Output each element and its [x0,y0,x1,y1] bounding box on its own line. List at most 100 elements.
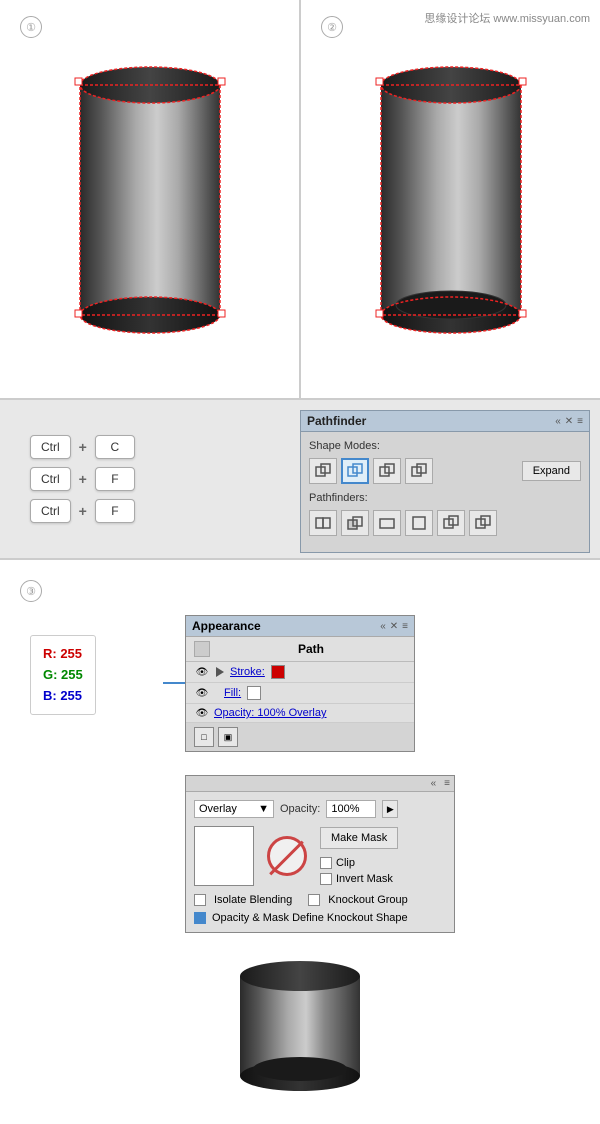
intersect-btn[interactable] [373,458,401,484]
transparency-panel: « ≡ Overlay ▼ Opacity: 100% ▶ [185,775,455,933]
trans-menu[interactable]: ≡ [444,778,450,789]
path-row: Path [186,637,414,662]
opacity-input[interactable]: 100% [326,800,376,818]
panel-menu[interactable]: ≡ [577,416,583,427]
middle-section: Ctrl + C Ctrl + F Ctrl + F Pathfinder « … [0,400,600,560]
plus-2: + [79,471,87,487]
step-3-label: ③ [20,580,42,602]
minus-front-btn[interactable] [341,458,369,484]
stroke-swatch[interactable] [271,665,285,679]
step-1-label: ① [20,16,42,38]
app-close[interactable]: ✕ [390,621,398,632]
invert-mask-checkbox[interactable] [320,873,332,885]
panel-collapse[interactable]: « [555,416,561,427]
rgb-r-value: R: 255 [43,644,83,665]
appearance-title: Appearance [192,619,261,633]
shape-modes-row: Expand [309,458,581,484]
checkboxes-col: Clip Invert Mask [320,857,398,885]
key-row-2: Ctrl + F [30,467,135,491]
opacity-row: 👁 Opacity: 100% Overlay [186,704,414,723]
clip-row: Clip [320,857,398,869]
merge-btn[interactable] [373,510,401,536]
app-collapse[interactable]: « [380,621,386,632]
triangle-icon[interactable] [216,667,224,677]
transparency-header: « ≡ [186,776,454,792]
pathfinder-panel: Pathfinder « ✕ ≡ Shape Modes: [290,400,600,558]
keyboard-panel: Ctrl + C Ctrl + F Ctrl + F [0,400,290,558]
pathfinders-label: Pathfinders: [309,492,581,504]
blend-opacity-row: Overlay ▼ Opacity: 100% ▶ [194,800,446,818]
no-sign-icon [267,836,307,876]
c-key: C [95,435,135,459]
opacity-define-label: Opacity & Mask Define Knockout Shape [212,912,408,924]
rgb-badge: R: 255 G: 255 B: 255 [30,635,96,715]
clip-label: Clip [336,857,355,869]
eye-icon-opacity[interactable]: 👁 [194,707,210,719]
opacity-arrow-btn[interactable]: ▶ [382,800,398,818]
eye-icon-fill[interactable]: 👁 [194,687,210,699]
fill-row: 👁 Fill: [186,683,414,704]
panel-close[interactable]: ✕ [565,416,573,427]
invert-mask-row: Invert Mask [320,873,398,885]
opacity-value: 100% [331,803,359,815]
blend-mode-select[interactable]: Overlay ▼ [194,800,274,818]
pathfinder-body: Shape Modes: [300,432,590,553]
panel-controls: « ✕ ≡ [555,416,583,427]
key-row-1: Ctrl + C [30,435,135,459]
transparency-body: Overlay ▼ Opacity: 100% ▶ Make Mask [186,792,454,932]
blend-mode-value: Overlay [199,803,237,815]
make-mask-btn[interactable]: Make Mask [320,827,398,849]
opacity-define-checkbox[interactable] [194,912,206,924]
step-2-label: ② [321,16,343,38]
expand-btn[interactable]: Expand [522,461,581,481]
watermark: 思缘设计论坛 www.missyuan.com [424,10,590,26]
small-btn-1[interactable]: □ [194,727,214,747]
ctrl-key-2: Ctrl [30,467,71,491]
divide-btn[interactable] [309,510,337,536]
f-key-1: F [95,467,135,491]
unite-btn[interactable] [309,458,337,484]
plus-1: + [79,439,87,455]
bottom-section: ③ R: 255 G: 255 B: 255 Appearance « ✕ ≡ … [0,560,600,1124]
isolate-label: Isolate Blending [214,894,292,906]
exclude-btn[interactable] [405,458,433,484]
key-row-3: Ctrl + F [30,499,135,523]
pathfinder-header: Pathfinder « ✕ ≡ [300,410,590,432]
thumbnail-row: Make Mask Clip Invert Mask [194,826,446,886]
cylinder-panel-1: ① [0,0,301,398]
outline-btn[interactable] [437,510,465,536]
eye-icon-stroke[interactable]: 👁 [194,666,210,678]
fill-swatch[interactable] [247,686,261,700]
cylinder-2 [371,50,531,353]
cylinder-1 [70,50,230,353]
opacity-define-row: Opacity & Mask Define Knockout Shape [194,912,446,924]
path-label: Path [216,642,406,656]
ctrl-key-3: Ctrl [30,499,71,523]
fill-label[interactable]: Fill: [224,687,241,699]
bottom-cylinder [235,961,365,1094]
trans-collapse[interactable]: « [431,778,437,789]
appearance-controls: « ✕ ≡ [380,621,408,632]
pathfinders-row [309,510,581,536]
knockout-checkbox[interactable] [308,894,320,906]
hard-mix-btn[interactable] [469,510,497,536]
opacity-label[interactable]: Opacity: 100% Overlay [214,707,327,719]
clip-checkbox[interactable] [320,857,332,869]
stroke-label[interactable]: Stroke: [230,666,265,678]
top-section: ① [0,0,600,400]
crop-btn[interactable] [405,510,433,536]
app-menu[interactable]: ≡ [402,621,408,632]
small-btn-2[interactable]: ▣ [218,727,238,747]
blend-dropdown-arrow: ▼ [258,803,269,815]
shape-modes-label: Shape Modes: [309,440,581,452]
ctrl-key-1: Ctrl [30,435,71,459]
thumbnail-white [194,826,254,886]
rgb-b-value: B: 255 [43,686,83,707]
trim-btn[interactable] [341,510,369,536]
appearance-header: Appearance « ✕ ≡ [186,616,414,637]
path-swatch [194,641,210,657]
knockout-label: Knockout Group [328,894,408,906]
rgb-g-value: G: 255 [43,665,83,686]
plus-3: + [79,503,87,519]
isolate-checkbox[interactable] [194,894,206,906]
